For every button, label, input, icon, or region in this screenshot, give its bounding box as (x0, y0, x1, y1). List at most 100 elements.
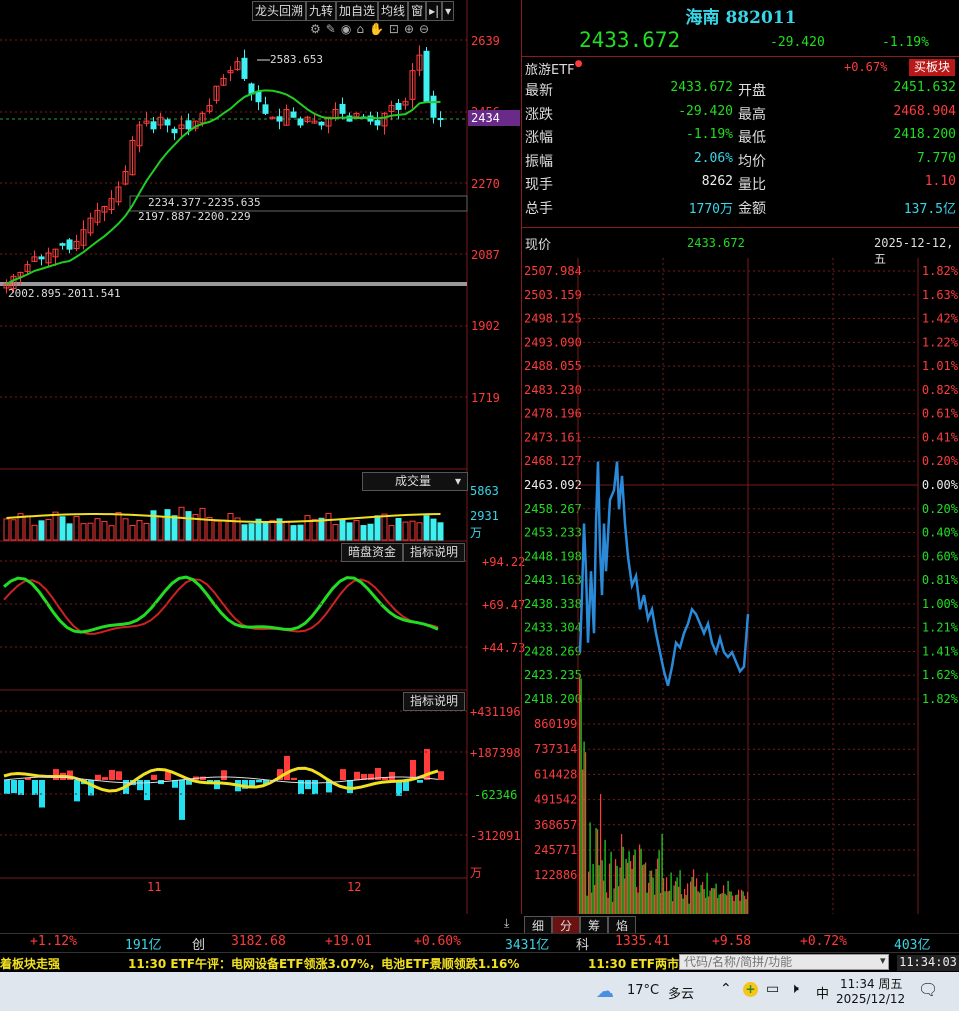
volume-bar (80, 523, 87, 541)
price-axis-label: 2488.055 (524, 359, 582, 373)
volume-bar (669, 890, 671, 914)
indicator-bar (340, 769, 346, 780)
dark-pool-button[interactable]: 暗盘资金 (341, 543, 404, 562)
indicator-bar (11, 780, 17, 794)
kline-panel[interactable]: 龙头回溯 九转 加自选 均线 窗 ▸| ▾ ⚙ ✎ ◉ ⌂ ✋ ⊡ ⊕ ⊖ 26… (0, 0, 525, 930)
volume-mute-icon[interactable]: 🕨 (790, 981, 799, 997)
volume-bar (367, 523, 374, 541)
ime-indicator[interactable]: 中 (816, 983, 829, 1002)
metric-row: 振幅 2.06% 均价 7.770 (522, 151, 959, 174)
volume-bar (624, 878, 626, 914)
volume-bar (675, 881, 677, 914)
candle-body (185, 120, 192, 130)
volume-bar (38, 520, 45, 541)
metric-value: 2418.200 (893, 127, 956, 142)
download-icon[interactable]: ⤓ (504, 916, 509, 931)
volume-bar (658, 850, 660, 914)
price-axis-label: 2428.269 (524, 644, 582, 658)
volume-selector[interactable]: 成交量 ▾ (362, 472, 468, 491)
gap-annotation: 2197.887-2200.229 (138, 210, 251, 223)
volume-bar (604, 839, 606, 914)
indicator-bar (438, 771, 444, 780)
volume-bar (733, 900, 735, 914)
volume-bar (732, 895, 734, 914)
candle-body (276, 116, 283, 122)
volume-bar (374, 515, 381, 541)
volume-bar (636, 887, 638, 914)
tray-chevron-icon[interactable]: ⌃ (720, 981, 732, 997)
ticker-value: 3182.68 (231, 934, 286, 949)
price-axis-label: 2493.090 (524, 335, 582, 349)
volume-bar (616, 865, 618, 914)
volume-bar (603, 880, 605, 914)
candle-body (290, 111, 297, 118)
buy-sector-button[interactable]: 买板块 (909, 59, 955, 76)
volume-bar (735, 895, 737, 914)
intraday-price-label: 现价 (525, 238, 552, 253)
price-change-pct: -1.19% (882, 35, 929, 50)
volume-axis-label: 737314 (534, 742, 577, 756)
indicator-bar (312, 780, 318, 795)
kline-chart[interactable] (0, 0, 521, 914)
news-item[interactable]: 11:30 ETF两市 (588, 955, 679, 972)
candle-body (171, 128, 178, 134)
volume-bar (381, 513, 388, 541)
indicator-help-button-2[interactable]: 指标说明 (403, 692, 466, 711)
intraday-chart[interactable]: 2507.984 1.82% 2503.159 1.63% 2498.125 1.42% 2… (522, 258, 959, 914)
app-tray-icon[interactable]: + (743, 982, 758, 997)
price-axis-label: 2453.233 (524, 526, 582, 540)
ticker-value[interactable]: 科 (576, 934, 589, 953)
x-axis-label: 11 (147, 880, 162, 894)
volume-selector-label: 成交量 (395, 474, 432, 488)
volume-bar (723, 885, 725, 914)
price-axis-label: 2507.984 (524, 264, 582, 278)
volume-bar (597, 829, 599, 914)
pct-axis-label: 0.20% (922, 454, 959, 468)
volume-bar (619, 867, 621, 914)
taskbar-date[interactable]: 2025/12/12 (836, 992, 905, 1006)
etf-label[interactable]: 旅游ETF● (525, 59, 583, 78)
volume-axis-label: 5863 (470, 484, 499, 498)
volume-bar (594, 884, 596, 914)
volume-bar (685, 894, 687, 914)
volume-bar (736, 894, 738, 914)
indicator-help-button[interactable]: 指标说明 (403, 543, 466, 562)
volume-bar (612, 901, 614, 914)
volume-bar (59, 516, 66, 541)
indicator-bar (284, 755, 290, 780)
candle-body (38, 256, 45, 260)
volume-bar (360, 525, 367, 541)
volume-bar (690, 881, 692, 914)
volume-bar (747, 891, 749, 914)
volume-bar (697, 891, 699, 914)
notification-icon[interactable]: 🗨 (918, 980, 938, 999)
search-dropdown-icon[interactable]: ▾ (880, 954, 886, 967)
news-item[interactable]: 11:30 ETF午评：电网设备ETF领涨3.07%，电池ETF景顺领跌1.16… (128, 955, 519, 972)
volume-axis-label: 122886 (534, 868, 577, 882)
search-input[interactable] (679, 954, 889, 970)
metric-value: -1.19% (686, 127, 733, 142)
metric-value: -29.420 (678, 103, 733, 119)
pct-axis-label: 0.81% (922, 573, 959, 587)
indicator-bar (298, 780, 304, 795)
network-icon[interactable]: ▭ (766, 981, 779, 997)
metric-label: 涨幅 (525, 130, 553, 146)
taskbar: ☁ 17°C 多云 ⌃ + ▭ 🕨 中 11:34 周五 2025/12/12 … (0, 972, 959, 1011)
volume-bar (700, 884, 702, 914)
volume-bar (633, 855, 635, 914)
index-ticker: +1.12% 191亿 创 3182.68 +19.01 +0.60% 3431… (0, 933, 959, 953)
volume-bar (654, 894, 656, 914)
ticker-value[interactable]: 创 (192, 934, 205, 953)
volume-bar (705, 897, 707, 914)
price-line (578, 461, 750, 686)
taskbar-time[interactable]: 11:34 周五 (840, 975, 902, 992)
ticker-value: +9.58 (712, 934, 752, 949)
indicator2-axis-label: +187398 (470, 746, 521, 760)
volume-bar (592, 864, 594, 914)
volume-bar (10, 519, 17, 541)
ticker-value: +0.60% (414, 934, 461, 949)
volume-bar (718, 894, 720, 914)
metric-label: 总手 (525, 200, 553, 217)
volume-bar (648, 882, 650, 914)
price-axis-label: 2423.235 (524, 668, 582, 682)
